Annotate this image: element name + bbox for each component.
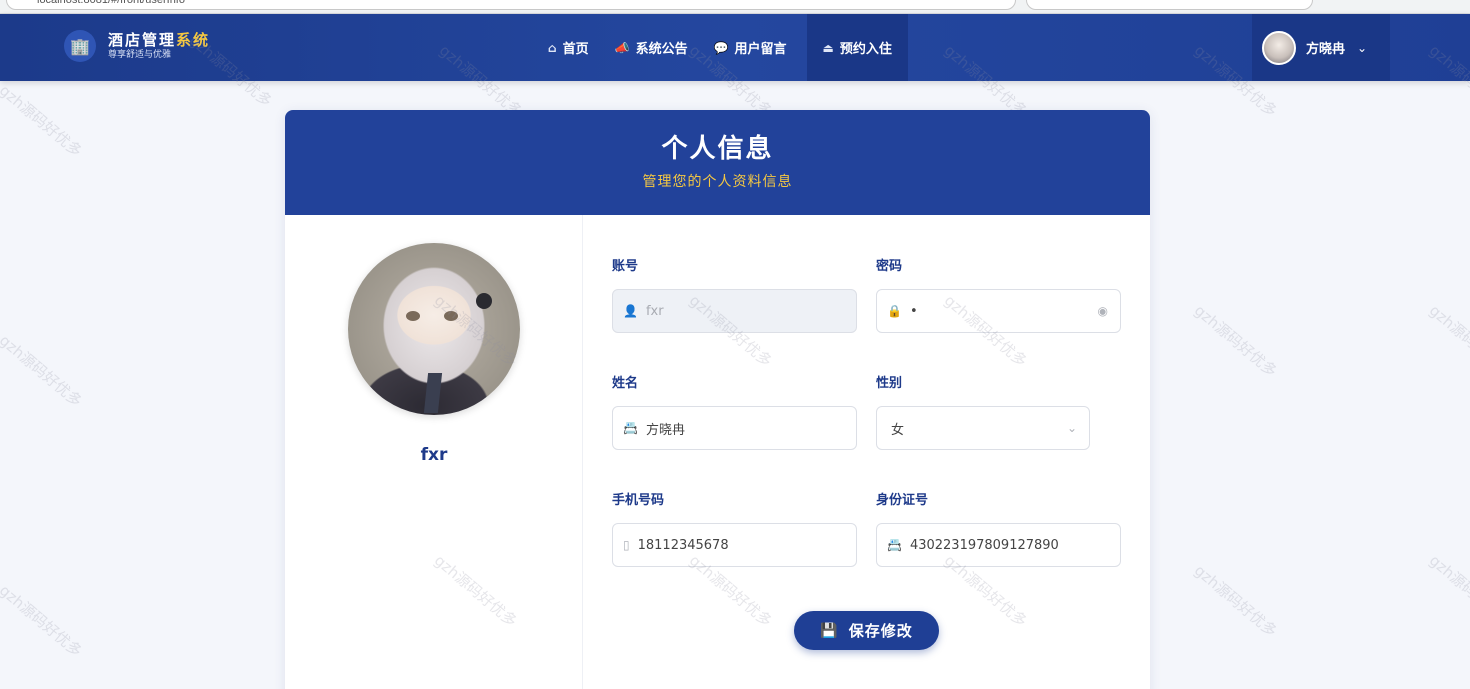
page-subtitle: 管理您的个人资料信息 [642, 174, 793, 190]
nav-menu: ⌂ 首页 📣 系统公告 💬 用户留言 ⏏ 预约入住 [548, 14, 920, 81]
eye-icon[interactable]: ◉ [1098, 304, 1108, 318]
id-card-input[interactable]: 📇 430223197809127890 [876, 523, 1121, 567]
phone-input[interactable]: ▯ 18112345678 [612, 523, 857, 567]
nav-item-announcements[interactable]: 📣 系统公告 [615, 14, 702, 81]
chevron-down-icon: ⌄ [1357, 40, 1368, 55]
account-label: 账号 [612, 259, 639, 274]
phone-icon: ▯ [623, 538, 630, 552]
brand-subtitle: 尊享舒适与优雅 [108, 50, 172, 60]
id-card-label: 身份证号 [876, 493, 929, 508]
password-input[interactable]: 🔒 • ◉ [876, 289, 1121, 333]
profile-username: fxr [420, 445, 448, 465]
home-icon: ⌂ [548, 40, 557, 55]
browser-search[interactable] [1026, 0, 1313, 10]
avatar-panel: fxr [285, 215, 583, 689]
avatar-tie [423, 373, 443, 413]
name-label: 姓名 [612, 376, 639, 391]
lock-icon: 🔒 [887, 304, 902, 318]
avatar-bow [476, 293, 492, 309]
page-title: 个人信息 [661, 134, 774, 164]
profile-avatar[interactable] [348, 243, 520, 415]
watermark: gzh源码好优多 [1190, 301, 1281, 381]
avatar-eye [444, 311, 458, 321]
phone-field: 手机号码 ▯ 18112345678 [612, 489, 857, 567]
phone-label: 手机号码 [612, 493, 665, 508]
gender-select[interactable]: 女 ⌄ [876, 406, 1090, 450]
watermark: gzh源码好优多 [0, 331, 86, 411]
browser-toolbar: localhost:8081/#/front/userInfo [0, 0, 1470, 14]
floppy-disk-icon: 💾 [820, 622, 839, 639]
watermark: gzh源码好优多 [0, 81, 86, 161]
name-field: 姓名 📇 方晓冉 [612, 372, 857, 450]
password-field: 密码 🔒 • ◉ [876, 255, 1121, 333]
profile-card: 个人信息 管理您的个人资料信息 fxr 账号 👤 fxr 密码 🔒 • ◉ 姓名… [285, 110, 1150, 689]
card-header: 个人信息 管理您的个人资料信息 [285, 110, 1150, 215]
nav-item-home[interactable]: ⌂ 首页 [548, 14, 603, 81]
chat-icon: 💬 [713, 40, 729, 55]
chevron-down-icon: ⌄ [1066, 421, 1077, 435]
avatar-eye [406, 311, 420, 321]
user-menu[interactable]: 方晓冉 ⌄ [1252, 14, 1390, 81]
gender-label: 性别 [876, 376, 903, 391]
account-input: 👤 fxr [612, 289, 857, 333]
brand[interactable]: 🏢 酒店管理系统 尊享舒适与优雅 [64, 30, 210, 62]
watermark: gzh源码好优多 [1425, 551, 1470, 631]
password-label: 密码 [876, 259, 903, 274]
nav-item-messages[interactable]: 💬 用户留言 [714, 14, 801, 81]
avatar [1262, 30, 1296, 65]
watermark: gzh源码好优多 [1425, 301, 1470, 381]
eject-icon: ⏏ [822, 40, 834, 55]
name-input[interactable]: 📇 方晓冉 [612, 406, 857, 450]
save-button[interactable]: 💾 保存修改 [794, 611, 939, 650]
gender-field: 性别 女 ⌄ [876, 372, 1090, 450]
user-name: 方晓冉 [1306, 42, 1346, 57]
user-icon: 👤 [623, 304, 638, 318]
address-bar[interactable]: localhost:8081/#/front/userInfo [6, 0, 1016, 10]
brand-title: 酒店管理系统 [108, 31, 211, 49]
megaphone-icon: 📣 [614, 40, 630, 55]
id-card-icon: 📇 [623, 421, 638, 435]
hotel-building-icon: 🏢 [64, 30, 96, 62]
watermark: gzh源码好优多 [0, 581, 86, 661]
id-card-field: 身份证号 📇 430223197809127890 [876, 489, 1121, 567]
nav-item-reservation[interactable]: ⏏ 预约入住 [806, 14, 908, 81]
account-field: 账号 👤 fxr [612, 255, 857, 333]
watermark: gzh源码好优多 [1190, 561, 1281, 641]
id-card-icon: 📇 [887, 538, 902, 552]
top-navbar: 🏢 酒店管理系统 尊享舒适与优雅 ⌂ 首页 📣 系统公告 💬 用户留言 ⏏ 预约… [0, 14, 1470, 81]
